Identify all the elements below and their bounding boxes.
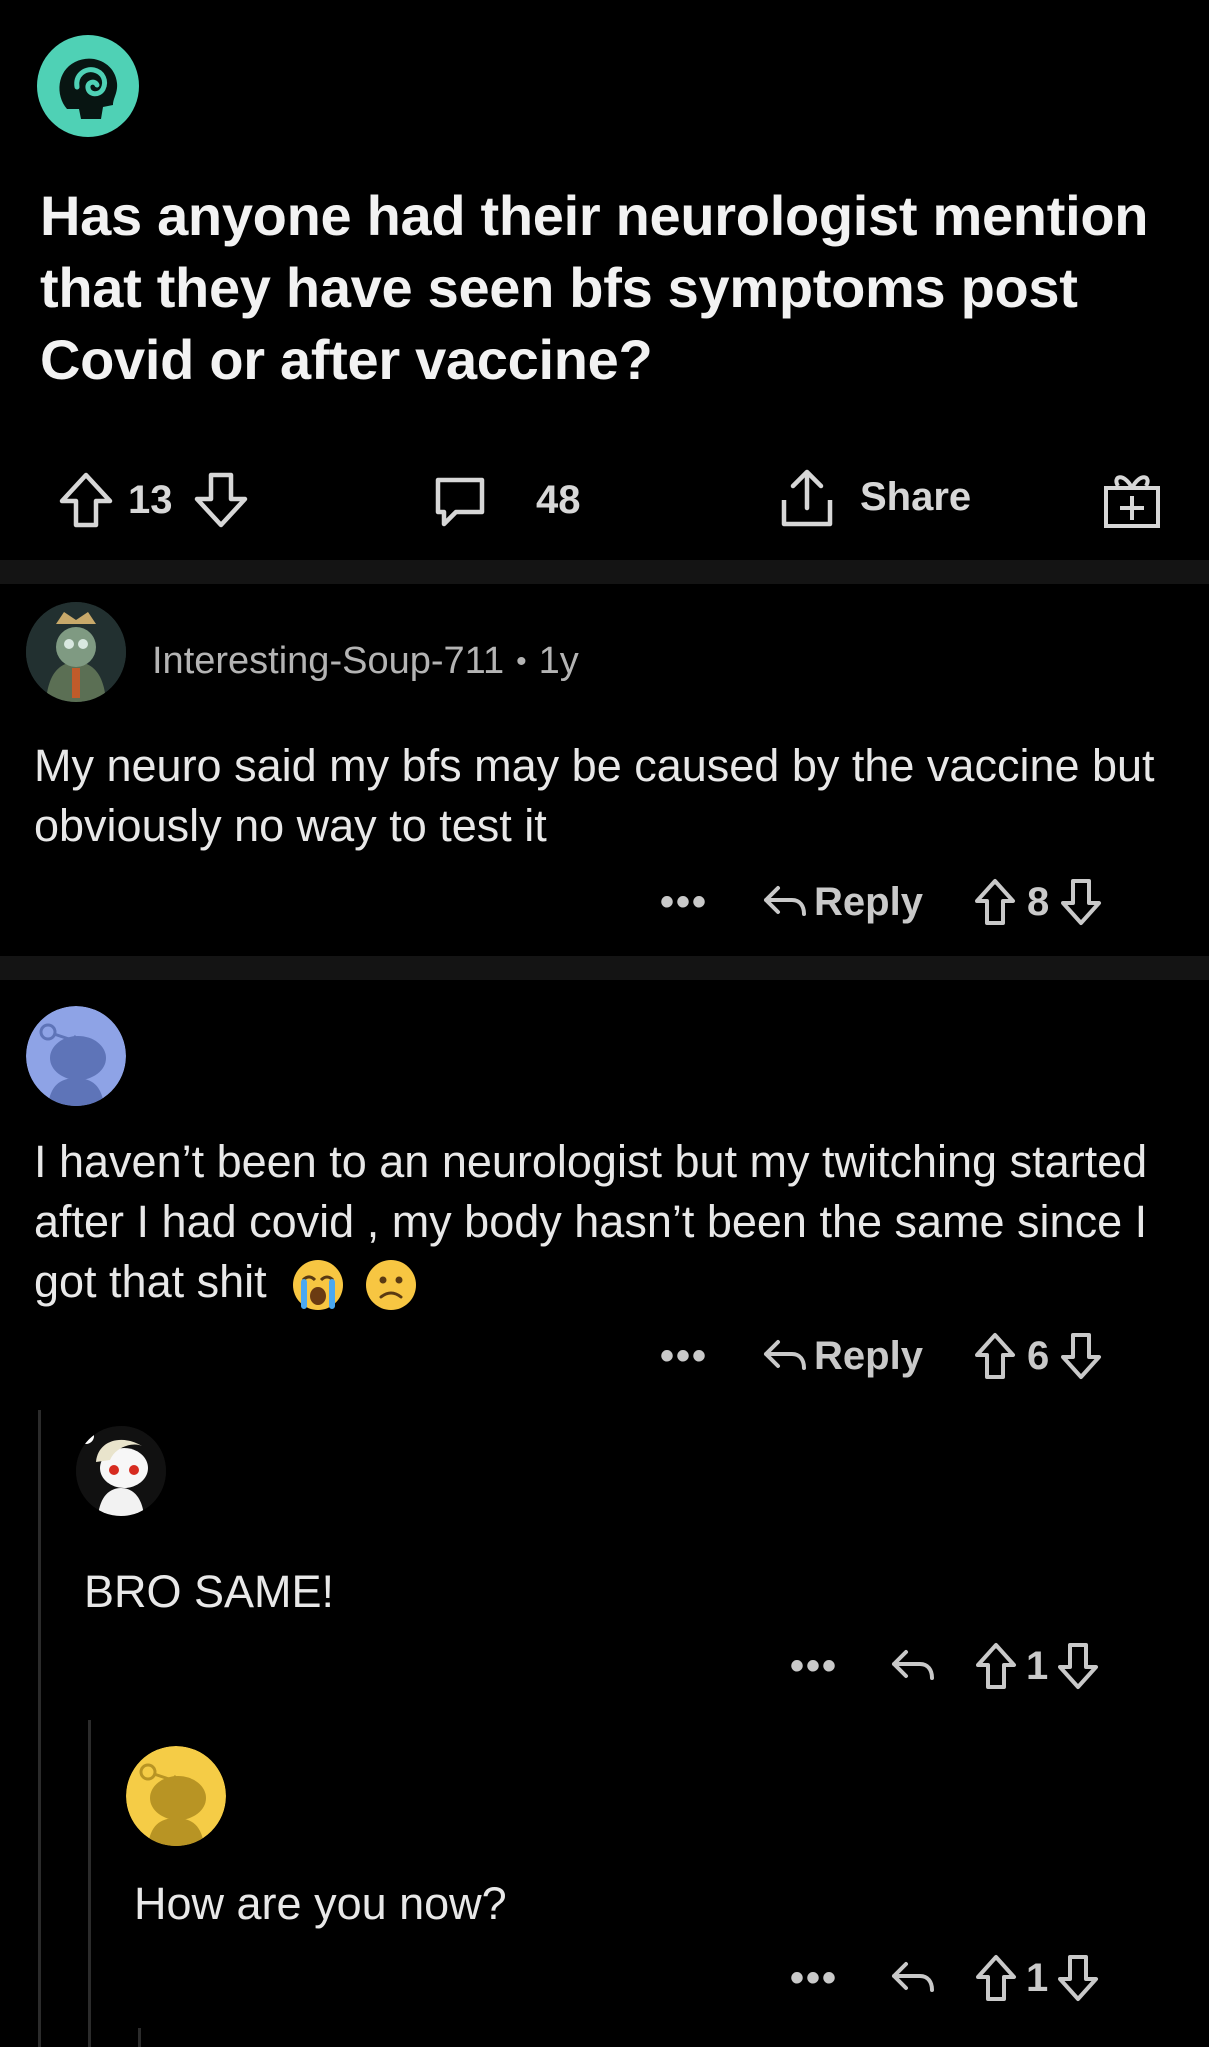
reply-button[interactable] — [888, 1644, 936, 1688]
comment-count: 48 — [536, 477, 581, 522]
slightly-frowning-face-icon — [364, 1258, 418, 1312]
reply-label: Reply — [814, 879, 923, 924]
more-options-button[interactable]: ••• — [660, 1334, 708, 1379]
comment-actions: ••• Reply 6 — [660, 1326, 1103, 1386]
subreddit-icon[interactable] — [37, 35, 139, 137]
avatar[interactable] — [26, 1006, 126, 1106]
upvote-icon[interactable] — [974, 1641, 1018, 1691]
share-button[interactable]: Share — [776, 464, 971, 530]
comment-actions: ••• Reply 8 — [660, 872, 1103, 932]
comment-body: I haven’t been to an neurologist but my … — [34, 1132, 1174, 1312]
comment-vote-count: 1 — [1026, 1955, 1049, 2000]
upvote-icon[interactable] — [973, 877, 1017, 927]
downvote-icon[interactable] — [193, 470, 249, 530]
avatar[interactable] — [26, 602, 126, 702]
section-divider — [0, 560, 1209, 584]
award-button[interactable] — [1100, 468, 1164, 530]
crying-face-icon — [291, 1258, 345, 1312]
comment-vote-count: 8 — [1026, 879, 1050, 924]
comment-body: My neuro said my bfs may be caused by th… — [34, 740, 1155, 851]
vote-group: 13 — [58, 470, 249, 530]
comment-meta: Interesting-Soup-711 • 1y — [152, 640, 579, 683]
share-label: Share — [860, 474, 972, 519]
comment-icon — [430, 470, 490, 530]
reply-button[interactable]: Reply — [760, 1334, 923, 1379]
downvote-icon[interactable] — [1059, 877, 1103, 927]
comment-actions: ••• 1 — [790, 1948, 1100, 2008]
downvote-icon[interactable] — [1056, 1953, 1100, 2003]
more-options-button[interactable]: ••• — [660, 880, 708, 925]
section-divider — [0, 956, 1209, 980]
reply-button[interactable]: Reply — [760, 880, 923, 925]
post-vote-count: 13 — [128, 477, 173, 522]
more-options-button[interactable]: ••• — [790, 1956, 838, 2001]
avatar[interactable] — [76, 1426, 166, 1516]
more-options-button[interactable]: ••• — [790, 1644, 838, 1689]
upvote-icon[interactable] — [973, 1331, 1017, 1381]
downvote-icon[interactable] — [1056, 1641, 1100, 1691]
thread-line[interactable] — [38, 1410, 41, 2047]
upvote-icon[interactable] — [974, 1953, 1018, 2003]
downvote-icon[interactable] — [1059, 1331, 1103, 1381]
reply-icon — [888, 1956, 936, 2000]
username[interactable]: Interesting-Soup-711 — [152, 640, 504, 683]
post-title: Has anyone had their neurologist mention… — [40, 184, 1149, 391]
comment-vote-count: 6 — [1026, 1333, 1050, 1378]
comment-body: How are you now? — [134, 1878, 507, 1929]
comment-body: BRO SAME! — [84, 1566, 335, 1617]
share-icon — [776, 464, 838, 530]
comment-vote-count: 1 — [1026, 1643, 1049, 1688]
reply-icon — [760, 880, 808, 924]
comments-button[interactable]: 48 — [430, 470, 581, 530]
reply-button[interactable] — [888, 1956, 936, 2000]
reply-label: Reply — [814, 1333, 923, 1378]
reply-icon — [888, 1644, 936, 1688]
comment-age: 1y — [538, 640, 579, 682]
thread-line[interactable] — [88, 1720, 91, 2047]
upvote-icon[interactable] — [58, 470, 114, 530]
gift-icon — [1100, 468, 1164, 530]
reply-icon — [760, 1334, 808, 1378]
avatar[interactable] — [126, 1746, 226, 1846]
meta-separator: • — [516, 644, 527, 678]
thread-line[interactable] — [138, 2028, 141, 2047]
comment-actions: ••• 1 — [790, 1636, 1100, 1696]
